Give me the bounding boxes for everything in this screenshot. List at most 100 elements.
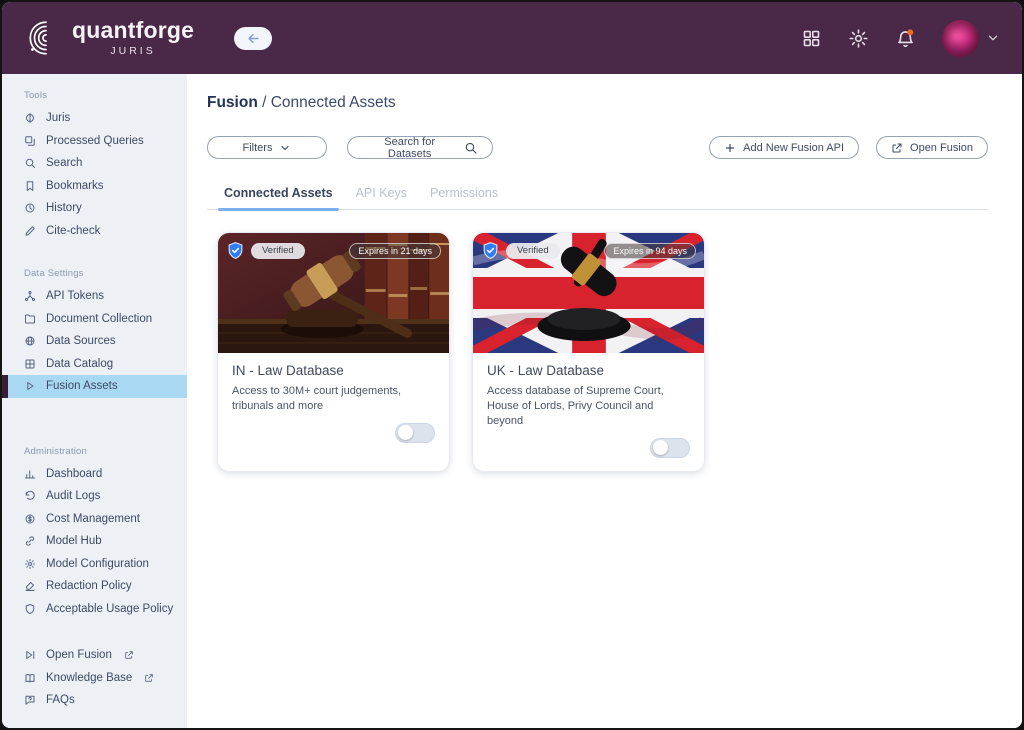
sidebar-item-fusion-assets[interactable]: Fusion Assets [2, 375, 187, 398]
data-catalog-icon [24, 358, 36, 370]
sidebar-item-open-fusion[interactable]: Open Fusion [2, 644, 187, 667]
main-content: Fusion / Connected Assets Filters Search… [187, 74, 1022, 728]
filters-label: Filters [243, 142, 273, 154]
sidebar-item-label: Data Catalog [46, 358, 113, 370]
sidebar-item-label: Knowledge Base [46, 672, 132, 684]
verified-badge: Verified [251, 243, 305, 259]
sidebar-item-knowledge-base[interactable]: Knowledge Base [2, 667, 187, 690]
settings-gear-icon[interactable] [848, 28, 869, 49]
brand-logo: quantforge JURIS [24, 17, 194, 59]
expires-badge: Expires in 94 days [604, 243, 696, 259]
external-link-icon [144, 673, 154, 683]
cost-management-icon [24, 513, 36, 525]
filters-button[interactable]: Filters [207, 136, 327, 159]
chevron-down-icon [279, 142, 291, 154]
avatar[interactable] [942, 20, 979, 57]
search-icon [464, 141, 478, 155]
back-button[interactable] [234, 27, 272, 50]
uk-flag-gavel-photo: VerifiedExpires in 94 days [473, 233, 704, 353]
breadcrumb-separator: / [258, 94, 271, 111]
notifications-bell-icon[interactable] [895, 28, 916, 49]
dashboard-icon [24, 468, 36, 480]
search-icon [24, 157, 36, 169]
asset-card-in-law-database: VerifiedExpires in 21 daysIN - Law Datab… [217, 232, 450, 472]
apps-grid-icon[interactable] [801, 28, 822, 49]
sidebar-item-cite-check[interactable]: Cite-check [2, 220, 187, 243]
sidebar-item-label: Bookmarks [46, 180, 104, 192]
document-collection-icon [24, 313, 36, 325]
asset-card-uk-law-database: VerifiedExpires in 94 days UK - Law Datab… [472, 232, 705, 472]
asset-enable-toggle[interactable] [395, 423, 435, 443]
acceptable-usage-icon [24, 603, 36, 615]
asset-enable-toggle[interactable] [650, 438, 690, 458]
processed-queries-icon [24, 135, 36, 147]
model-hub-icon [24, 535, 36, 547]
sidebar-nav: ToolsJuris Processed Queries Search Bookmar… [2, 74, 187, 728]
notification-dot [907, 29, 913, 35]
sidebar-section-label: Administration [2, 446, 187, 463]
sidebar-item-bookmarks[interactable]: Bookmarks [2, 175, 187, 198]
toggle-knob [398, 425, 413, 440]
sidebar-item-cost-management[interactable]: Cost Management [2, 508, 187, 531]
breadcrumb: Fusion / Connected Assets [207, 94, 988, 112]
sidebar-item-juris[interactable]: Juris [2, 107, 187, 130]
sidebar-footer: Open Fusion Knowledge Base FAQs [2, 644, 187, 712]
verified-shield-icon [226, 241, 245, 260]
faq-icon [24, 694, 36, 706]
sidebar-section-administration: Administration Dashboard Audit Logs Cost Ma… [2, 446, 187, 621]
open-fusion-button[interactable]: Open Fusion [876, 136, 988, 159]
search-datasets-label: Search for Datasets [362, 136, 457, 160]
sidebar-section-tools: ToolsJuris Processed Queries Search Bookmar… [2, 90, 187, 242]
brand-subtitle: JURIS [110, 45, 155, 57]
sidebar-item-label: Model Hub [46, 535, 102, 547]
tab-api-keys[interactable]: API Keys [356, 186, 407, 209]
sidebar-item-faqs[interactable]: FAQs [2, 689, 187, 712]
audit-logs-icon [24, 490, 36, 502]
data-sources-icon [24, 335, 36, 347]
sidebar-item-processed-queries[interactable]: Processed Queries [2, 130, 187, 153]
sidebar-item-audit-logs[interactable]: Audit Logs [2, 485, 187, 508]
tab-permissions[interactable]: Permissions [430, 186, 498, 209]
sidebar-item-label: Dashboard [46, 468, 102, 480]
sidebar-item-label: Processed Queries [46, 135, 144, 147]
juris-icon [24, 112, 36, 124]
quantforge-swirl-icon [24, 17, 66, 59]
sidebar-item-dashboard[interactable]: Dashboard [2, 463, 187, 486]
tab-connected-assets[interactable]: Connected Assets [224, 186, 333, 209]
toolbar: Filters Search for Datasets Add New Fusi… [207, 136, 988, 159]
sidebar-section-label: Data Settings [2, 268, 187, 285]
fusion-assets-icon [24, 380, 36, 392]
sidebar-item-model-hub[interactable]: Model Hub [2, 530, 187, 553]
search-datasets-input[interactable]: Search for Datasets [347, 136, 493, 159]
sidebar-item-model-configuration[interactable]: Model Configuration [2, 553, 187, 576]
asset-description: Access database of Supreme Court, House … [487, 384, 690, 429]
chevron-down-icon [986, 31, 1000, 45]
sidebar-item-label: Document Collection [46, 313, 152, 325]
open-fusion-label: Open Fusion [910, 142, 973, 154]
user-menu[interactable] [942, 20, 1000, 57]
cards-grid: VerifiedExpires in 21 daysIN - Law Datab… [207, 232, 988, 472]
gavel-books-photo: VerifiedExpires in 21 days [218, 233, 449, 353]
history-icon [24, 202, 36, 214]
sidebar-item-label: Acceptable Usage Policy [46, 603, 173, 615]
asset-title: UK - Law Database [487, 363, 690, 378]
sidebar-item-search[interactable]: Search [2, 152, 187, 175]
sidebar-item-data-catalog[interactable]: Data Catalog [2, 353, 187, 376]
sidebar-item-api-tokens[interactable]: API Tokens [2, 285, 187, 308]
sidebar-item-history[interactable]: History [2, 197, 187, 220]
sidebar-item-label: Cost Management [46, 513, 140, 525]
sidebar-item-label: Model Configuration [46, 558, 149, 570]
sidebar-item-redaction-policy[interactable]: Redaction Policy [2, 575, 187, 598]
cite-check-icon [24, 225, 36, 237]
sidebar-item-label: Redaction Policy [46, 580, 132, 592]
sidebar-item-data-sources[interactable]: Data Sources [2, 330, 187, 353]
tab-bar: Connected Assets API Keys Permissions [207, 186, 988, 210]
api-tokens-icon [24, 290, 36, 302]
asset-description: Access to 30M+ court judgements, tribuna… [232, 384, 435, 414]
add-new-fusion-api-button[interactable]: Add New Fusion API [709, 136, 859, 159]
sidebar-section-label: Tools [2, 90, 187, 107]
sidebar-item-label: Fusion Assets [46, 380, 118, 392]
sidebar-item-document-collection[interactable]: Document Collection [2, 308, 187, 331]
sidebar-item-acceptable-usage-policy[interactable]: Acceptable Usage Policy [2, 598, 187, 621]
redaction-policy-icon [24, 580, 36, 592]
